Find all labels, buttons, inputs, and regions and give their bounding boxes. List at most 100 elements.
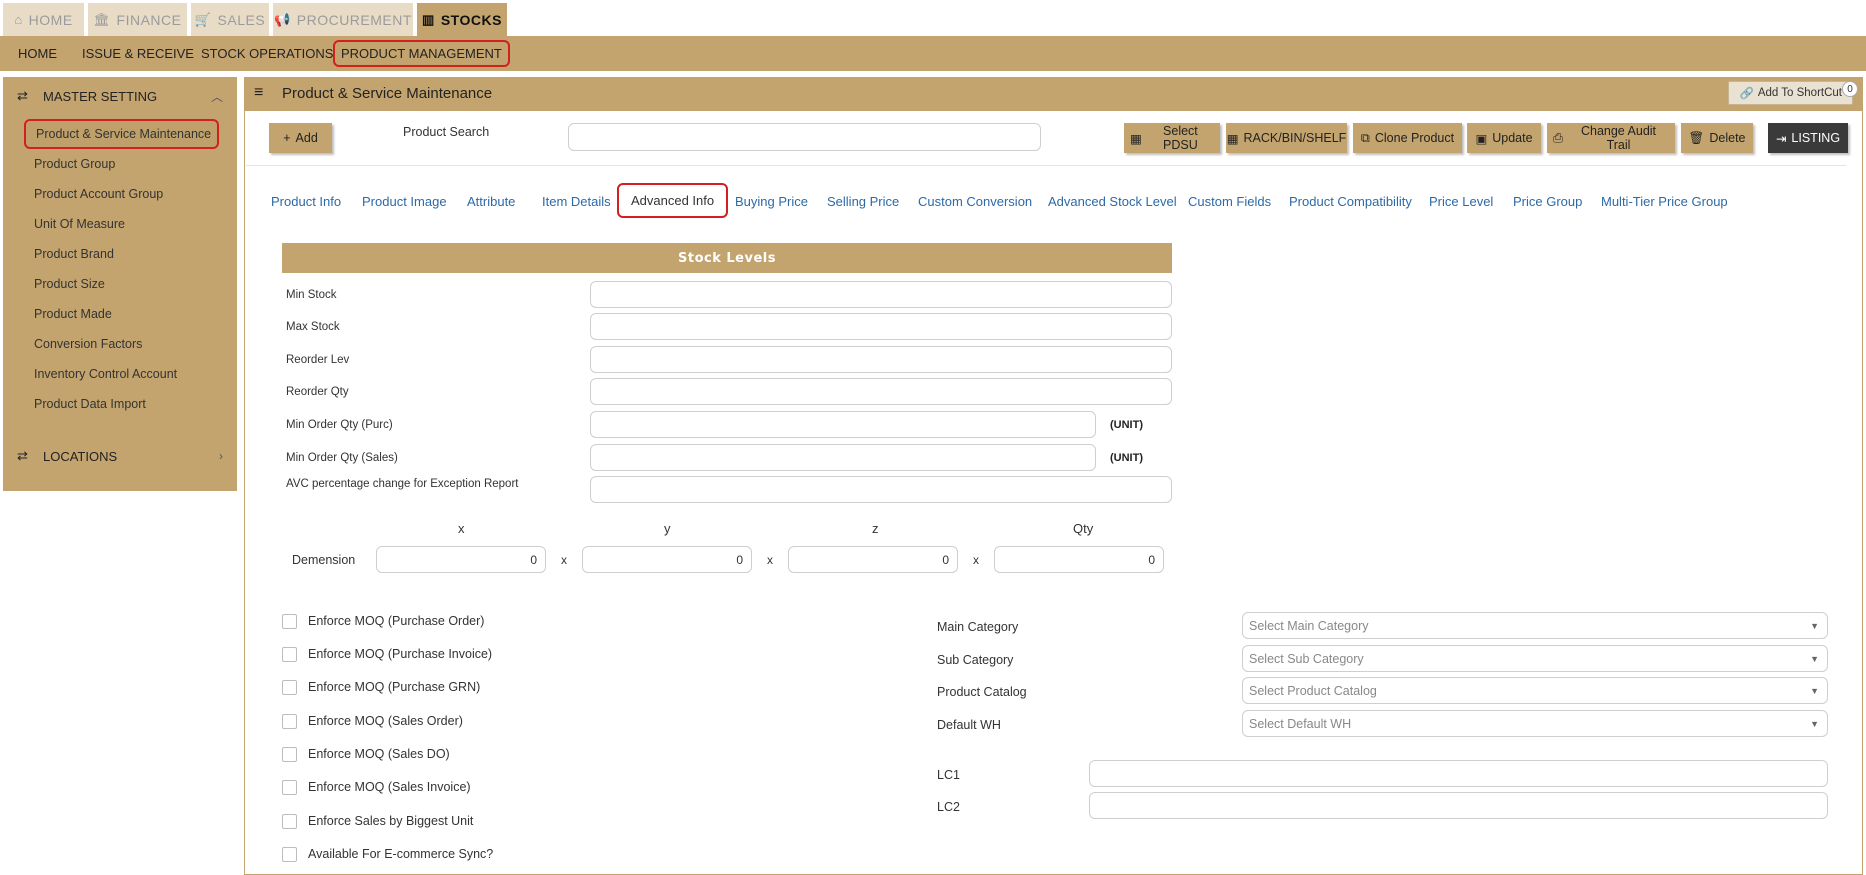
sidebar-item-product-size[interactable]: Product Size: [34, 273, 105, 295]
sub-category-select[interactable]: Select Sub Category ▼: [1242, 645, 1828, 672]
top-tab-procurement[interactable]: 📢 PROCUREMENT: [273, 3, 413, 36]
tab-price-level[interactable]: Price Level: [1429, 190, 1493, 212]
tab-product-compatibility[interactable]: Product Compatibility: [1289, 190, 1412, 212]
tab-attribute[interactable]: Attribute: [467, 190, 515, 212]
sidebar-item-product-account-group[interactable]: Product Account Group: [34, 183, 163, 205]
change-audit-trail-button[interactable]: ⎙ Change Audit Trail: [1547, 123, 1675, 153]
add-button[interactable]: + Add: [269, 123, 332, 153]
reorder-lev-input[interactable]: [590, 346, 1172, 373]
swap-icon: ⇄: [17, 448, 28, 463]
checkbox[interactable]: [282, 679, 297, 695]
dimension-y-input[interactable]: 0: [582, 546, 752, 573]
min-order-qty-sales-input[interactable]: [590, 444, 1096, 471]
tab-product-info[interactable]: Product Info: [271, 190, 341, 212]
top-tab-finance[interactable]: 🏛 FINANCE: [88, 3, 187, 36]
enforce-moq-purchase-order-checkbox[interactable]: Enforce MOQ (Purchase Order): [282, 612, 484, 630]
sidebar-item-product-brand[interactable]: Product Brand: [34, 243, 114, 265]
lc2-input[interactable]: [1089, 792, 1828, 819]
reorder-qty-input[interactable]: [590, 378, 1172, 405]
select-placeholder: Select Default WH: [1249, 716, 1352, 731]
sidebar-item-product-service-maintenance[interactable]: Product & Service Maintenance: [24, 119, 219, 149]
checkbox[interactable]: [282, 779, 297, 795]
main-category-select[interactable]: Select Main Category ▼: [1242, 612, 1828, 639]
tab-multi-tier-price-group[interactable]: Multi-Tier Price Group: [1601, 190, 1728, 212]
hamburger-icon[interactable]: ≡: [254, 84, 263, 102]
main-category-label: Main Category: [937, 620, 1019, 634]
sidebar-item-product-group[interactable]: Product Group: [34, 153, 115, 175]
max-stock-input[interactable]: [590, 313, 1172, 340]
tab-price-group[interactable]: Price Group: [1513, 190, 1582, 212]
product-search-input[interactable]: [568, 123, 1041, 151]
enforce-moq-sales-do-checkbox[interactable]: Enforce MOQ (Sales DO): [282, 745, 450, 763]
checkbox[interactable]: [282, 813, 297, 829]
enforce-moq-purchase-grn-checkbox[interactable]: Enforce MOQ (Purchase GRN): [282, 678, 480, 696]
tab-item-details[interactable]: Item Details: [542, 190, 611, 212]
clone-product-button[interactable]: ⧉ Clone Product: [1353, 123, 1462, 153]
checkbox[interactable]: [282, 846, 297, 862]
copy-icon: ⧉: [1360, 130, 1370, 145]
enforce-moq-sales-invoice-checkbox[interactable]: Enforce MOQ (Sales Invoice): [282, 778, 471, 796]
subnav-product-management[interactable]: PRODUCT MANAGEMENT: [333, 40, 510, 67]
top-tab-home[interactable]: ⌂ HOME: [3, 3, 84, 36]
sub-category-label: Sub Category: [937, 653, 1014, 667]
sidebar-item-conversion-factors[interactable]: Conversion Factors: [34, 333, 142, 355]
product-catalog-label: Product Catalog: [937, 685, 1027, 699]
subnav-issue-receive[interactable]: ISSUE & RECEIVE: [82, 36, 194, 71]
button-label: LISTING: [1791, 131, 1841, 145]
top-tab-label: FINANCE: [116, 11, 182, 28]
swap-icon: ⇄: [17, 88, 28, 103]
enforce-moq-purchase-invoice-checkbox[interactable]: Enforce MOQ (Purchase Invoice): [282, 645, 492, 663]
product-catalog-select[interactable]: Select Product Catalog ▼: [1242, 677, 1828, 704]
sidebar-item-product-made[interactable]: Product Made: [34, 303, 112, 325]
tab-buying-price[interactable]: Buying Price: [735, 190, 808, 212]
top-tab-sales[interactable]: 🛒 SALES: [191, 3, 269, 36]
listing-button[interactable]: ⇥ LISTING: [1768, 123, 1848, 153]
dimension-z-input[interactable]: 0: [788, 546, 958, 573]
tab-selling-price[interactable]: Selling Price: [827, 190, 899, 212]
sidebar-item-unit-of-measure[interactable]: Unit Of Measure: [34, 213, 125, 235]
checkbox-label: Enforce MOQ (Sales Invoice): [308, 780, 471, 794]
update-button[interactable]: ▣ Update: [1467, 123, 1541, 153]
dimension-qty-input[interactable]: 0: [994, 546, 1164, 573]
sidebar-item-product-data-import[interactable]: Product Data Import: [34, 393, 146, 415]
sidebar-item-inventory-control-account[interactable]: Inventory Control Account: [34, 363, 177, 385]
select-pdsu-button[interactable]: ▦ Select PDSU: [1124, 123, 1220, 153]
dimension-qty-header: Qty: [1073, 521, 1094, 536]
lc1-input[interactable]: [1089, 760, 1828, 787]
top-tab-stocks[interactable]: ▥ STOCKS: [417, 3, 507, 36]
tab-product-image[interactable]: Product Image: [362, 190, 447, 212]
tab-custom-conversion[interactable]: Custom Conversion: [918, 190, 1032, 212]
checkbox[interactable]: [282, 713, 297, 729]
enforce-sales-biggest-unit-checkbox[interactable]: Enforce Sales by Biggest Unit: [282, 812, 473, 830]
unit-label: (UNIT): [1110, 419, 1143, 431]
tab-advanced-stock-level[interactable]: Advanced Stock Level: [1048, 190, 1177, 212]
rack-bin-shelf-button[interactable]: ▦ RACK/BIN/SHELF: [1226, 123, 1347, 153]
checkbox[interactable]: [282, 613, 297, 629]
button-label: RACK/BIN/SHELF: [1243, 131, 1347, 145]
bar-chart-icon: ▥: [422, 11, 435, 27]
tab-advanced-info[interactable]: Advanced Info: [617, 183, 729, 218]
delete-button[interactable]: 🗑 Delete: [1681, 123, 1753, 153]
sidebar-locations[interactable]: ⇄ LOCATIONS ›: [3, 437, 237, 475]
top-tab-label: STOCKS: [440, 11, 502, 28]
checkbox[interactable]: [282, 646, 297, 662]
ecommerce-sync-checkbox[interactable]: Available For E-commerce Sync?: [282, 845, 493, 863]
avc-percentage-input[interactable]: [590, 476, 1172, 503]
dimension-x-header: x: [458, 521, 465, 536]
min-stock-input[interactable]: [590, 281, 1172, 308]
caret-down-icon: ▼: [1810, 719, 1819, 729]
stock-levels-header: Stock Levels: [282, 243, 1172, 273]
shortcut-label: Add To ShortCut: [1757, 87, 1842, 99]
enforce-moq-sales-order-checkbox[interactable]: Enforce MOQ (Sales Order): [282, 712, 463, 730]
subnav-home[interactable]: HOME: [18, 36, 57, 71]
min-order-qty-purc-input[interactable]: [590, 411, 1096, 438]
sidebar-master-setting[interactable]: ⇄ MASTER SETTING ︿: [3, 77, 237, 115]
add-to-shortcut-button[interactable]: 🔗 Add To ShortCut 0: [1728, 81, 1858, 105]
max-stock-label: Max Stock: [286, 321, 340, 333]
checkbox[interactable]: [282, 746, 297, 762]
dimension-x-input[interactable]: 0: [376, 546, 546, 573]
subnav-stock-operations[interactable]: STOCK OPERATIONS: [201, 36, 333, 71]
tab-custom-fields[interactable]: Custom Fields: [1188, 190, 1271, 212]
default-wh-select[interactable]: Select Default WH ▼: [1242, 710, 1828, 737]
page-title: Product & Service Maintenance: [282, 85, 493, 102]
